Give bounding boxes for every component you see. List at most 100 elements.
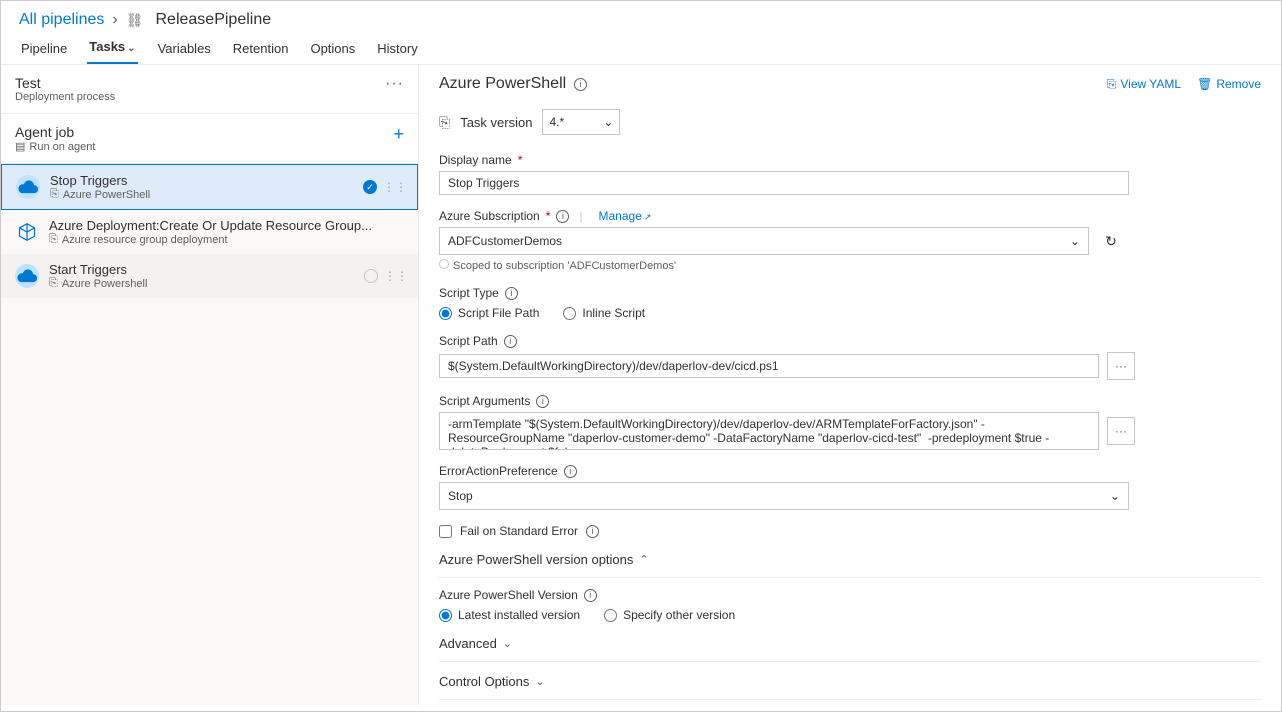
separator: |: [579, 209, 582, 223]
chevron-down-icon: ⌄: [603, 115, 613, 129]
add-task-button[interactable]: +: [393, 124, 404, 145]
chevron-up-icon: ⌃: [639, 553, 648, 566]
task-title: Azure Deployment:Create Or Update Resour…: [49, 218, 372, 233]
status-ok-icon: ✓: [363, 180, 377, 194]
panel-title: Azure PowerShell i: [439, 75, 587, 93]
pipeline-name: ReleasePipeline: [156, 11, 272, 29]
powershell-icon: [15, 264, 39, 288]
job-header[interactable]: Agent job ▤Run on agent +: [1, 114, 418, 164]
script-type-inline-radio[interactable]: Inline Script: [563, 306, 645, 320]
stage-header[interactable]: Test Deployment process ···: [1, 65, 418, 114]
divider: [439, 699, 1261, 700]
display-name-label: Display name: [439, 153, 512, 167]
chevron-right-icon: ›: [112, 11, 117, 29]
script-path-label: Script Path: [439, 334, 498, 348]
script-args-input[interactable]: -armTemplate "$(System.DefaultWorkingDir…: [439, 412, 1099, 450]
info-icon[interactable]: i: [564, 465, 577, 478]
drag-handle-icon[interactable]: ⋮⋮: [383, 183, 407, 191]
error-pref-label: ErrorActionPreference: [439, 464, 558, 478]
radio-empty-icon: [439, 259, 449, 269]
info-icon[interactable]: i: [536, 395, 549, 408]
job-subtitle: ▤Run on agent: [15, 140, 95, 153]
required-marker: *: [518, 153, 523, 167]
link-icon: ⎘: [50, 188, 59, 201]
status-empty-icon: [364, 269, 378, 283]
tab-history[interactable]: History: [375, 41, 419, 64]
subscription-label: Azure Subscription: [439, 209, 540, 223]
error-pref-select[interactable]: Stop ⌄: [439, 482, 1129, 510]
divider: [439, 661, 1261, 662]
info-icon[interactable]: i: [584, 589, 597, 602]
task-subtitle: ⎘Azure Powershell: [49, 277, 147, 290]
tab-retention[interactable]: Retention: [231, 41, 291, 64]
refresh-button[interactable]: ↻: [1097, 227, 1125, 255]
external-link-icon: ↗: [644, 212, 652, 222]
info-icon[interactable]: i: [556, 210, 569, 223]
script-type-label: Script Type: [439, 286, 499, 300]
script-path-input[interactable]: [439, 354, 1099, 378]
advanced-section-toggle[interactable]: Advanced⌄: [439, 636, 1261, 651]
task-title: Stop Triggers: [50, 173, 150, 188]
task-detail-panel: Azure PowerShell i ⎘View YAML 🗑Remove ⎘ …: [419, 65, 1281, 705]
tab-variables[interactable]: Variables: [156, 41, 213, 64]
divider: [439, 577, 1261, 578]
tab-tasks-label: Tasks: [89, 39, 125, 54]
chevron-down-icon: ⌄: [1110, 489, 1120, 503]
required-marker: *: [546, 209, 551, 223]
scoped-note: Scoped to subscription 'ADFCustomerDemos…: [439, 259, 1261, 272]
server-icon: ▤: [15, 140, 25, 153]
ps-version-latest-radio[interactable]: Latest installed version: [439, 608, 580, 622]
task-row-azure-deployment[interactable]: Azure Deployment:Create Or Update Resour…: [1, 210, 418, 254]
info-icon[interactable]: i: [586, 525, 599, 538]
tab-tasks[interactable]: Tasks⌄: [87, 39, 137, 64]
info-icon[interactable]: i: [504, 335, 517, 348]
tab-bar: Pipeline Tasks⌄ Variables Retention Opti…: [1, 35, 1281, 65]
ps-version-label: Azure PowerShell Version: [439, 588, 578, 602]
subscription-value: ADFCustomerDemos: [448, 234, 562, 248]
ps-version-section-toggle[interactable]: Azure PowerShell version options⌃: [439, 552, 1261, 567]
task-subtitle: ⎘Azure resource group deployment: [49, 233, 372, 246]
stage-more-button[interactable]: ···: [385, 75, 404, 93]
ps-version-other-radio[interactable]: Specify other version: [604, 608, 735, 622]
link-icon: ⎘: [439, 114, 450, 131]
browse-button[interactable]: ···: [1107, 417, 1135, 445]
link-icon: ⎘: [49, 277, 58, 290]
chevron-down-icon: ⌄: [503, 637, 512, 650]
job-title: Agent job: [15, 124, 95, 140]
control-options-toggle[interactable]: Control Options⌄: [439, 674, 1261, 689]
powershell-icon: [16, 175, 40, 199]
copy-icon: ⎘: [1107, 77, 1117, 92]
display-name-input[interactable]: [439, 171, 1129, 195]
tab-pipeline[interactable]: Pipeline: [19, 41, 69, 64]
pipeline-icon: ⛓: [126, 12, 144, 29]
breadcrumb-root[interactable]: All pipelines: [19, 11, 104, 29]
manage-link[interactable]: Manage↗: [599, 209, 652, 223]
task-row-stop-triggers[interactable]: Stop Triggers ⎘Azure PowerShell ✓ ⋮⋮: [1, 164, 418, 210]
task-version-label: Task version: [460, 115, 532, 130]
info-icon[interactable]: i: [574, 78, 587, 91]
drag-handle-icon[interactable]: ⋮⋮: [384, 272, 408, 280]
view-yaml-button[interactable]: ⎘View YAML: [1107, 77, 1181, 92]
fail-on-stderr-checkbox[interactable]: [439, 525, 452, 538]
link-icon: ⎘: [49, 233, 58, 246]
chevron-down-icon: ⌄: [535, 675, 544, 688]
script-type-file-radio[interactable]: Script File Path: [439, 306, 539, 320]
task-version-select[interactable]: 4.* ⌄: [542, 109, 620, 135]
task-subtitle: ⎘Azure PowerShell: [50, 188, 150, 201]
remove-button[interactable]: 🗑Remove: [1197, 77, 1261, 92]
fail-on-stderr-label: Fail on Standard Error: [460, 524, 578, 538]
task-row-start-triggers[interactable]: Start Triggers ⎘Azure Powershell ⋮⋮: [1, 254, 418, 298]
task-list-panel: Test Deployment process ··· Agent job ▤R…: [1, 65, 419, 705]
chevron-down-icon: ⌄: [1070, 234, 1080, 248]
resource-group-icon: [15, 220, 39, 244]
stage-title: Test: [15, 75, 115, 91]
stage-subtitle: Deployment process: [15, 91, 115, 103]
info-icon[interactable]: i: [505, 287, 518, 300]
script-args-label: Script Arguments: [439, 394, 530, 408]
browse-button[interactable]: ···: [1107, 352, 1135, 380]
error-pref-value: Stop: [448, 489, 473, 503]
chevron-down-icon: ⌄: [127, 43, 135, 54]
subscription-select[interactable]: ADFCustomerDemos ⌄: [439, 227, 1089, 255]
tab-options[interactable]: Options: [308, 41, 357, 64]
task-title: Start Triggers: [49, 262, 147, 277]
